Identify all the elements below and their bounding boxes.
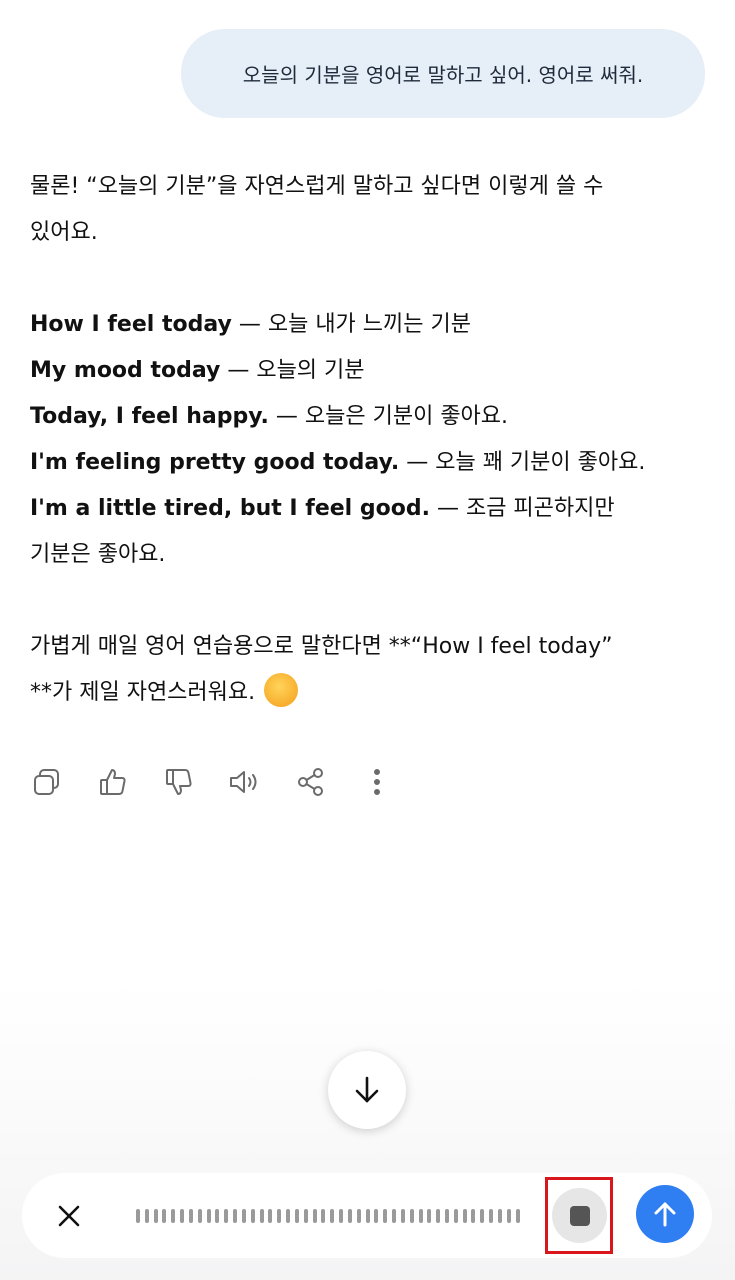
waveform-bar (215, 1209, 220, 1223)
smiling-face-emoji-icon (264, 673, 299, 707)
thumbs-up-icon[interactable] (94, 760, 132, 804)
answer-intro-line2: 있어요. (30, 220, 98, 245)
example-english: I'm a little tired, but I feel good. (30, 496, 430, 521)
waveform-bar (339, 1209, 344, 1223)
waveform-bar (471, 1209, 476, 1223)
waveform-bar (409, 1209, 414, 1223)
waveform-bar (312, 1209, 317, 1223)
waveform-bar (224, 1209, 229, 1223)
speaker-icon[interactable] (226, 760, 264, 804)
waveform-bar (321, 1209, 326, 1223)
waveform-bar (489, 1209, 494, 1223)
response-actions (28, 760, 396, 804)
answer-intro: 물론! “오늘의 기분”을 자연스럽게 말하고 싶다면 이렇게 쓸 수있어요. (30, 164, 700, 256)
waveform-bar (515, 1209, 520, 1223)
waveform-bar (250, 1209, 255, 1223)
answer-closing-line1: 가볍게 매일 영어 연습용으로 말한다면 **“How I feel today… (30, 634, 613, 659)
answer-intro-line1: 물론! “오늘의 기분”을 자연스럽게 말하고 싶다면 이렇게 쓸 수 (30, 174, 604, 199)
arrow-up-icon (654, 1202, 676, 1227)
waveform-bar (506, 1209, 511, 1223)
waveform-bar (241, 1209, 246, 1223)
waveform-bar (188, 1209, 193, 1223)
waveform-bar (365, 1209, 370, 1223)
example-line: How I feel today — 오늘 내가 느끼는 기분 (30, 302, 700, 348)
answer-closing-line2: **가 제일 자연스러워요. (30, 680, 256, 705)
waveform-bar (347, 1209, 352, 1223)
example-korean-continued: 기분은 좋아요. (30, 542, 166, 567)
waveform-bar (436, 1209, 441, 1223)
scroll-down-button[interactable] (328, 1051, 406, 1129)
waveform-bar (453, 1209, 458, 1223)
example-english: How I feel today (30, 312, 232, 337)
example-english: Today, I feel happy. (30, 404, 269, 429)
waveform-bar (162, 1209, 167, 1223)
user-message-bubble: 오늘의 기분을 영어로 말하고 싶어. 영어로 써줘. (181, 29, 705, 118)
waveform-bar (144, 1209, 149, 1223)
waveform-bar (330, 1209, 335, 1223)
waveform-bar (392, 1209, 397, 1223)
highlight-box (545, 1177, 613, 1254)
example-line: I'm feeling pretty good today. — 오늘 꽤 기분… (30, 440, 700, 486)
waveform-bar (233, 1209, 238, 1223)
example-korean: — 오늘 내가 느끼는 기분 (231, 312, 471, 337)
waveform-bar (286, 1209, 291, 1223)
waveform-bar (400, 1209, 405, 1223)
example-line: My mood today — 오늘의 기분 (30, 348, 700, 394)
example-korean: — 오늘은 기분이 좋아요. (268, 404, 509, 429)
waveform-bar (356, 1209, 361, 1223)
waveform-bar (497, 1209, 502, 1223)
answer-closing: 가볍게 매일 영어 연습용으로 말한다면 **“How I feel today… (30, 624, 700, 716)
waveform-bar (427, 1209, 432, 1223)
waveform-bar (374, 1209, 379, 1223)
example-english: I'm feeling pretty good today. (30, 450, 400, 475)
waveform-bar (383, 1209, 388, 1223)
close-icon (58, 1205, 80, 1227)
waveform-bar (277, 1209, 282, 1223)
waveform-bar (206, 1209, 211, 1223)
waveform-bar (418, 1209, 423, 1223)
share-icon[interactable] (292, 760, 330, 804)
waveform-bar (153, 1209, 158, 1223)
waveform-bar (268, 1209, 273, 1223)
more-vertical-icon[interactable] (358, 760, 396, 804)
example-line: Today, I feel happy. — 오늘은 기분이 좋아요. (30, 394, 700, 440)
example-korean: — 오늘 꽤 기분이 좋아요. (399, 450, 646, 475)
waveform-bar (462, 1209, 467, 1223)
example-korean: — 오늘의 기분 (220, 358, 365, 383)
send-button[interactable] (636, 1185, 694, 1243)
user-message-text: 오늘의 기분을 영어로 말하고 싶어. 영어로 써줘. (242, 63, 644, 87)
waveform-bar (259, 1209, 264, 1223)
waveform-bar (197, 1209, 202, 1223)
thumbs-down-icon[interactable] (160, 760, 198, 804)
waveform-icon (136, 1207, 520, 1225)
waveform-bar (180, 1209, 185, 1223)
copy-icon[interactable] (28, 760, 66, 804)
waveform-bar (303, 1209, 308, 1223)
example-english: My mood today (30, 358, 221, 383)
example-line: I'm a little tired, but I feel good. — 조… (30, 486, 700, 578)
waveform-bar (171, 1209, 176, 1223)
example-korean: — 조금 피곤하지만 (429, 496, 615, 521)
waveform-bar (444, 1209, 449, 1223)
waveform-bar (480, 1209, 485, 1223)
assistant-answer: 물론! “오늘의 기분”을 자연스럽게 말하고 싶다면 이렇게 쓸 수 있어요. … (30, 164, 700, 716)
waveform-bar (136, 1209, 140, 1223)
arrow-down-icon (355, 1076, 379, 1103)
waveform-bar (294, 1209, 299, 1223)
close-button[interactable] (46, 1193, 92, 1239)
